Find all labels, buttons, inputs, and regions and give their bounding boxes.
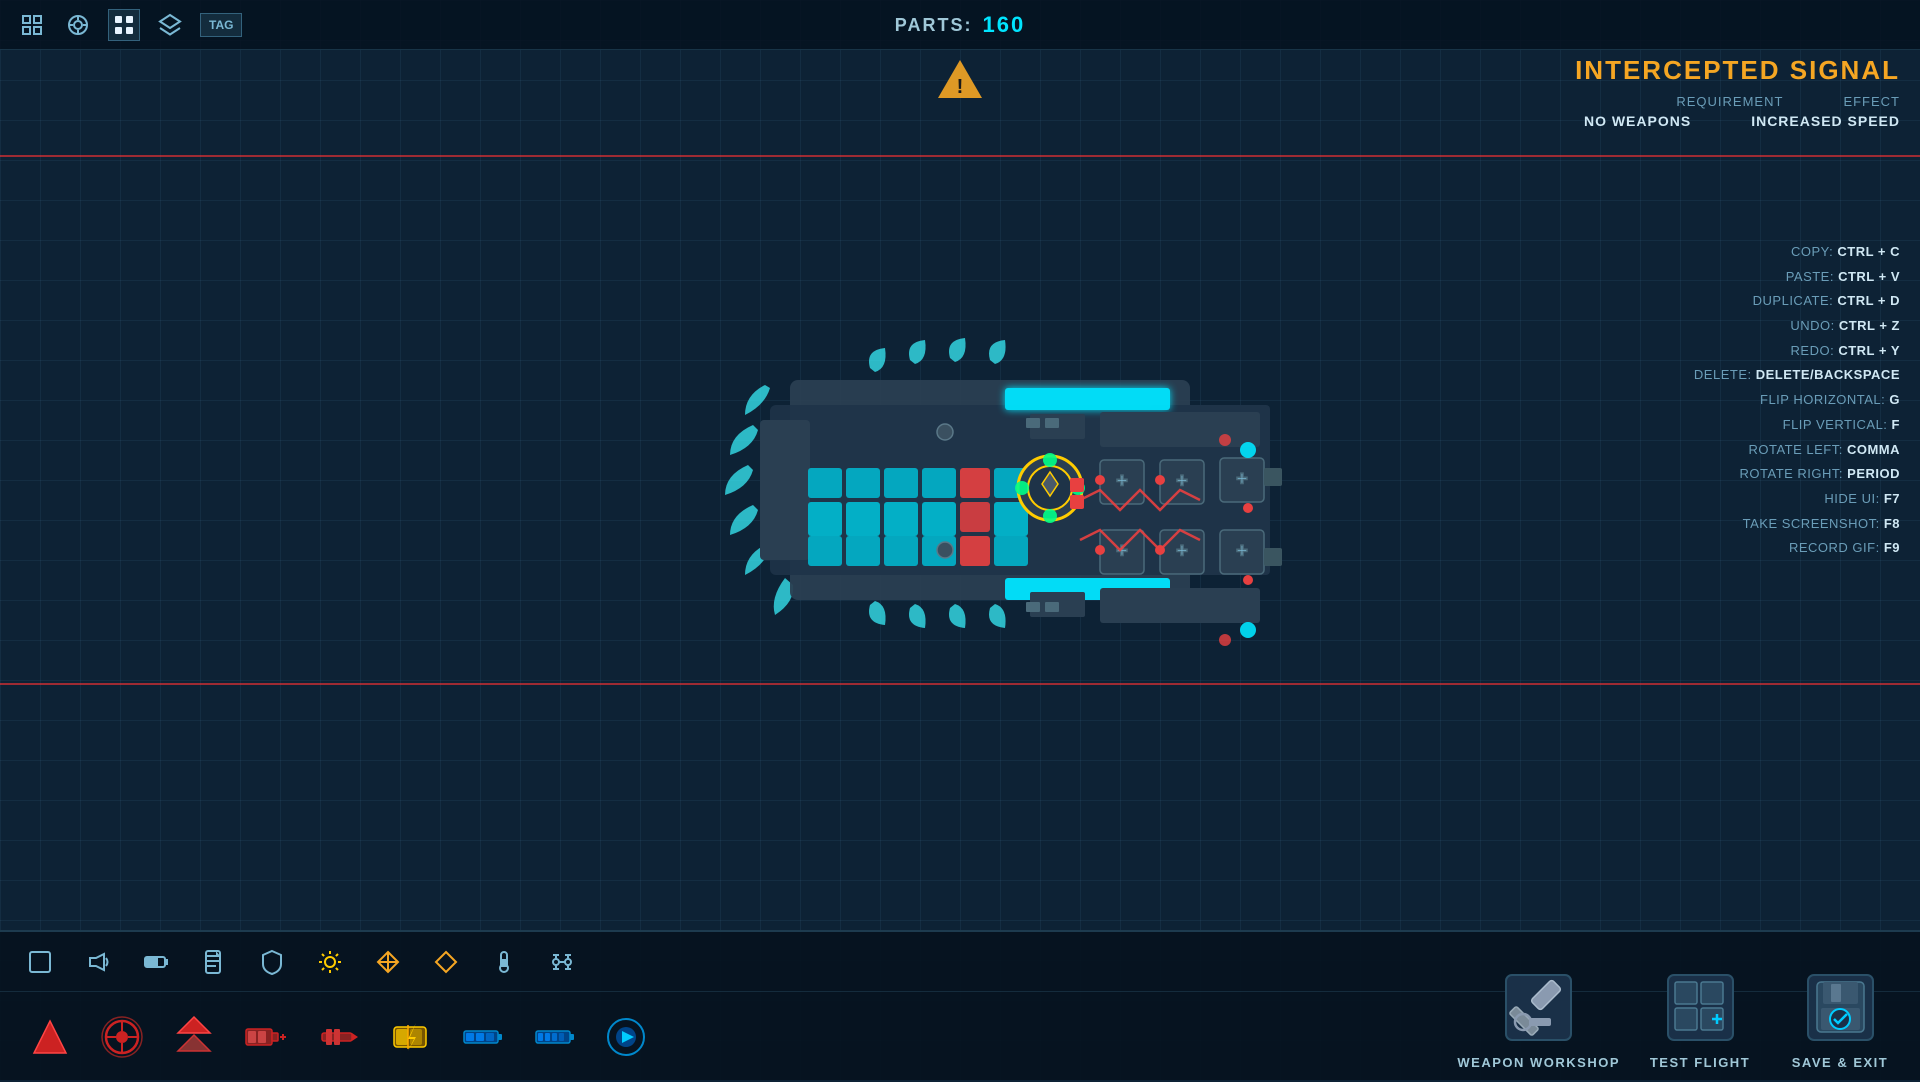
battery-blue2-weapon-icon[interactable] (524, 1007, 584, 1067)
shortcut-line: TAKE SCREENSHOT: F8 (1694, 512, 1900, 537)
launcher-weapon-icon[interactable] (308, 1007, 368, 1067)
top-bar: TAG PARTS: 160 (0, 0, 1920, 50)
square-category-icon[interactable] (20, 942, 60, 982)
circuit-category-icon[interactable] (542, 942, 582, 982)
volume-category-icon[interactable] (78, 942, 118, 982)
requirement-label: REQUIREMENT (1676, 94, 1783, 109)
diamond-category-icon[interactable] (426, 942, 466, 982)
stack-weapon-icon[interactable] (164, 1007, 224, 1067)
test-flight-label: TEST FLIGHT (1650, 1055, 1750, 1070)
grid-filled-icon[interactable] (108, 9, 140, 41)
svg-text:+: + (1176, 540, 1188, 562)
test-flight-icon (1660, 967, 1740, 1047)
effect-value: INCREASED SPEED (1751, 113, 1900, 129)
triangle-weapon-icon[interactable] (20, 1007, 80, 1067)
diamond-cross-category-icon[interactable] (368, 942, 408, 982)
shortcut-line: DELETE: DELETE/BACKSPACE (1694, 363, 1900, 388)
weapon-workshop-button[interactable]: WEAPON WORKSHOP (1457, 967, 1620, 1070)
svg-text:!: ! (957, 76, 964, 98)
top-bar-icons: TAG (16, 9, 242, 41)
effect-label: EFFECT (1843, 94, 1900, 109)
warning-triangle: ! (935, 55, 985, 110)
req-effect-values: NO WEAPONS INCREASED SPEED (1575, 113, 1900, 129)
shortcut-line: REDO: CTRL + Y (1694, 339, 1900, 364)
shortcut-line: PASTE: CTRL + V (1694, 265, 1900, 290)
shortcut-line: RECORD GIF: F9 (1694, 536, 1900, 561)
save-exit-button[interactable]: SAVE & EXIT (1780, 967, 1900, 1070)
requirement-value: NO WEAPONS (1584, 113, 1691, 129)
shortcut-line: COPY: CTRL + C (1694, 240, 1900, 265)
thermometer-category-icon[interactable] (484, 942, 524, 982)
req-effect-labels: REQUIREMENT EFFECT (1575, 94, 1900, 109)
shortcut-line: HIDE UI: F7 (1694, 487, 1900, 512)
ship-area: + + + + + + (0, 50, 1920, 930)
shortcut-line: FLIP HORIZONTAL: G (1694, 388, 1900, 413)
shortcut-line: ROTATE RIGHT: PERIOD (1694, 462, 1900, 487)
arrow-right-weapon-icon[interactable] (596, 1007, 656, 1067)
shortcut-line: ROTATE LEFT: COMMA (1694, 438, 1900, 463)
weapon-workshop-icon (1499, 967, 1579, 1047)
grid-icon[interactable] (16, 9, 48, 41)
power-cell-weapon-icon[interactable] (380, 1007, 440, 1067)
shield-category-icon[interactable] (252, 942, 292, 982)
parts-label: PARTS: (895, 15, 973, 36)
shortcut-line: DUPLICATE: CTRL + D (1694, 289, 1900, 314)
gear-category-icon[interactable] (310, 942, 350, 982)
right-panel: INTERCEPTED SIGNAL REQUIREMENT EFFECT NO… (1575, 55, 1900, 133)
document-category-icon[interactable] (194, 942, 234, 982)
layers-icon[interactable] (154, 9, 186, 41)
scan-line-top (0, 155, 1920, 157)
svg-text:+: + (1116, 470, 1128, 492)
crosshair-weapon-icon[interactable] (92, 1007, 152, 1067)
parts-display: PARTS: 160 (895, 0, 1025, 50)
battery-category-icon[interactable] (136, 942, 176, 982)
scan-line-bottom (0, 683, 1920, 685)
weapon-workshop-label: WEAPON WORKSHOP (1457, 1055, 1620, 1070)
svg-text:+: + (1176, 470, 1188, 492)
ship-svg: + + + + + + (610, 240, 1310, 740)
tag-button[interactable]: TAG (200, 13, 242, 37)
circle-target-icon[interactable] (62, 9, 94, 41)
battery-pack-weapon-icon[interactable] (236, 1007, 296, 1067)
battery-blue-weapon-icon[interactable] (452, 1007, 512, 1067)
shortcut-line: UNDO: CTRL + Z (1694, 314, 1900, 339)
save-exit-label: SAVE & EXIT (1792, 1055, 1888, 1070)
svg-text:+: + (1236, 468, 1248, 490)
svg-text:+: + (1236, 540, 1248, 562)
shortcuts-panel: COPY: CTRL + CPASTE: CTRL + VDUPLICATE: … (1694, 240, 1900, 561)
action-buttons: WEAPON WORKSHOP TEST FLIGHT (1457, 967, 1900, 1070)
intercepted-title: INTERCEPTED SIGNAL (1575, 55, 1900, 86)
shortcut-line: FLIP VERTICAL: F (1694, 413, 1900, 438)
save-exit-icon (1800, 967, 1880, 1047)
parts-value: 160 (982, 12, 1025, 38)
test-flight-button[interactable]: TEST FLIGHT (1640, 967, 1760, 1070)
